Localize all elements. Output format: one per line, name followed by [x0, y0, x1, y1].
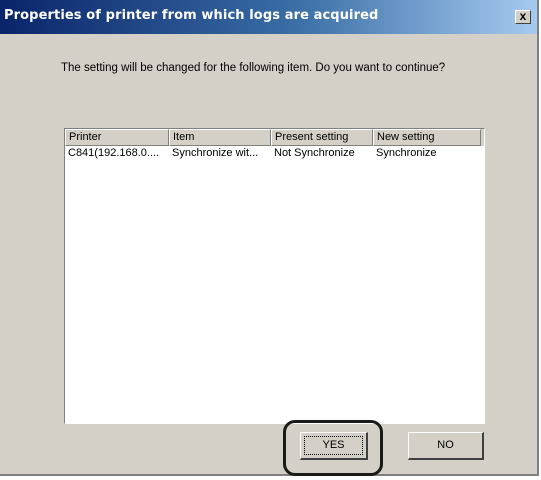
cell-new-setting: Synchronize [376, 147, 437, 159]
list-item[interactable]: C841(192.168.0.... Synchronize wit... No… [65, 146, 484, 161]
column-header-new-setting[interactable]: New setting [373, 129, 481, 146]
no-button-label: NO [437, 439, 454, 451]
window-title: Properties of printer from which logs ar… [4, 8, 379, 23]
column-header-printer[interactable]: Printer [65, 129, 169, 146]
focus-rectangle [304, 436, 363, 455]
close-button[interactable]: x [515, 10, 531, 24]
column-header-present-setting[interactable]: Present setting [271, 129, 373, 146]
no-button[interactable]: NO [408, 432, 484, 460]
yes-button[interactable]: YES [300, 432, 368, 460]
cell-present-setting: Not Synchronize [274, 147, 355, 159]
cell-item: Synchronize wit... [172, 147, 259, 159]
confirmation-message: The setting will be changed for the foll… [61, 62, 446, 74]
settings-list[interactable]: Printer Item Present setting New setting… [64, 128, 485, 424]
properties-dialog: Properties of printer from which logs ar… [0, 0, 539, 476]
close-icon: x [519, 9, 527, 23]
column-header-item[interactable]: Item [169, 129, 271, 146]
list-header: Printer Item Present setting New setting [65, 129, 484, 146]
title-bar: Properties of printer from which logs ar… [0, 0, 537, 34]
cell-printer: C841(192.168.0.... [68, 147, 160, 159]
